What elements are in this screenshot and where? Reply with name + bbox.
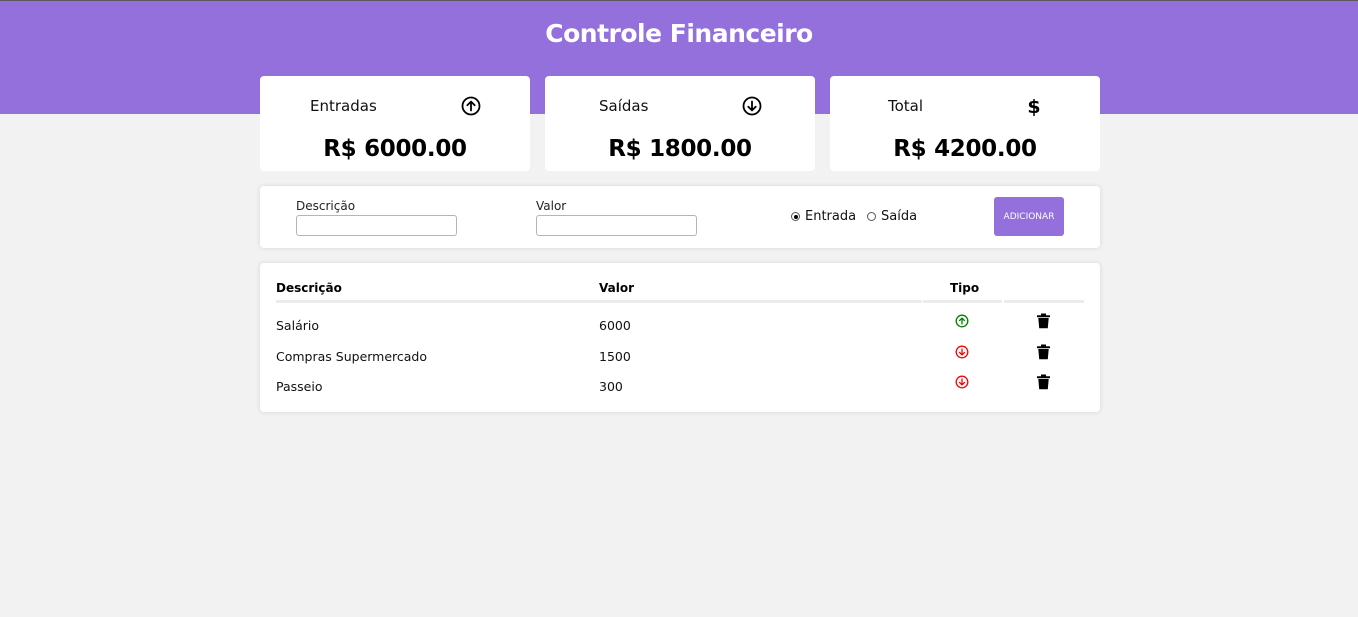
summary-card-saidas: Saídas R$ 1800.00 [545, 76, 815, 171]
descricao-label: Descrição [296, 199, 356, 213]
trash-icon[interactable] [1036, 374, 1051, 390]
arrow-up-circle-icon [461, 96, 481, 116]
radio-saida[interactable]: Saída [867, 209, 917, 224]
arrow-down-circle-icon [955, 345, 969, 359]
radio-entrada-label[interactable]: Entrada [805, 209, 856, 224]
dollar-icon: $ [1027, 96, 1040, 116]
svg-text:$: $ [1027, 96, 1040, 116]
header-divider [1004, 300, 1084, 303]
radio-entrada[interactable]: Entrada [791, 209, 856, 224]
card-label: Entradas [310, 97, 377, 115]
arrow-down-circle-icon [955, 375, 969, 389]
card-value: R$ 6000.00 [323, 136, 467, 162]
header-divider [923, 300, 1002, 303]
cell-descricao: Passeio [276, 379, 323, 394]
header-valor: Valor [599, 281, 635, 295]
arrow-up-circle-icon [955, 314, 969, 328]
cell-descricao: Compras Supermercado [276, 349, 428, 364]
add-transaction-form: Descrição Valor Entrada Saída ADICIONAR [260, 186, 1100, 248]
radio-saida-button[interactable] [867, 212, 876, 221]
card-value: R$ 4200.00 [893, 136, 1037, 162]
table-row: Salário 6000 [260, 313, 1100, 348]
card-label: Saídas [599, 97, 649, 115]
cell-valor: 300 [599, 379, 623, 394]
add-button[interactable]: ADICIONAR [994, 197, 1064, 236]
page-title: Controle Financeiro [545, 19, 813, 48]
cell-valor: 1500 [599, 349, 631, 364]
summary-card-total: Total $ R$ 4200.00 [830, 76, 1100, 171]
arrow-down-circle-icon [742, 96, 762, 116]
transactions-table: Descrição Valor Tipo Salário 6000 Compra… [260, 263, 1100, 412]
summary-card-entradas: Entradas R$ 6000.00 [260, 76, 530, 171]
radio-saida-label[interactable]: Saída [881, 209, 917, 224]
card-label: Total [888, 97, 924, 115]
table-row: Passeio 300 [260, 374, 1100, 409]
header-descricao: Descrição [276, 281, 342, 295]
descricao-input[interactable] [296, 215, 457, 236]
radio-entrada-button[interactable] [791, 212, 800, 221]
valor-input[interactable] [536, 215, 697, 236]
trash-icon[interactable] [1036, 344, 1051, 360]
cell-valor: 6000 [599, 318, 631, 333]
header-tipo: Tipo [950, 281, 980, 295]
trash-icon[interactable] [1036, 313, 1051, 329]
table-row: Compras Supermercado 1500 [260, 344, 1100, 379]
card-value: R$ 1800.00 [608, 136, 752, 162]
header-divider [276, 300, 922, 303]
valor-label: Valor [536, 199, 567, 213]
cell-descricao: Salário [276, 318, 319, 333]
